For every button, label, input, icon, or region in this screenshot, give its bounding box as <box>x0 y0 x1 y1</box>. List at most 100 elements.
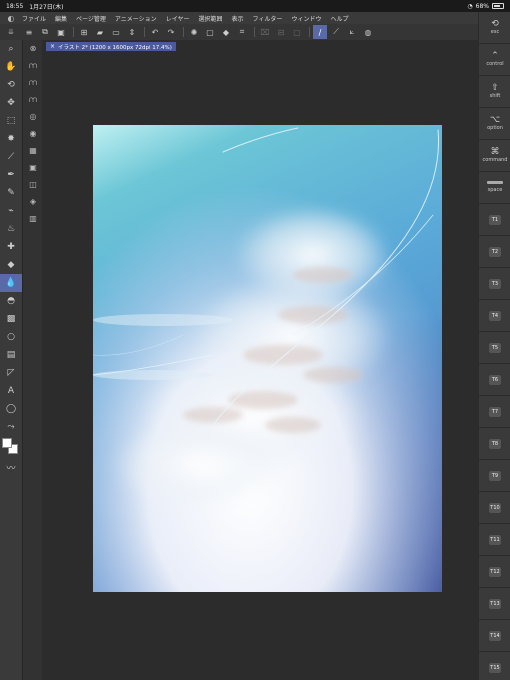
command-key[interactable]: ⌘ command <box>479 140 510 172</box>
divider <box>309 27 310 37</box>
divider <box>183 27 184 37</box>
hand-icon[interactable]: ✋ <box>0 58 22 76</box>
menu-help[interactable]: ヘルプ <box>330 14 348 23</box>
shortcut-key-t13[interactable]: T13 <box>479 588 510 620</box>
transparent-color-icon[interactable]: 〰 <box>0 458 22 476</box>
export-icon[interactable]: ▭ <box>109 25 123 39</box>
divider <box>144 27 145 37</box>
layer-property-icon[interactable]: ◫ <box>23 176 43 193</box>
gradient-icon[interactable]: ▩ <box>0 310 22 328</box>
save-icon[interactable]: ▰ <box>93 25 107 39</box>
shortcut-key-t2[interactable]: T2 <box>479 236 510 268</box>
status-bar: 18:55 1月27日(木) ◔ 68% <box>0 0 510 12</box>
rotate-icon[interactable]: ⟲ <box>0 76 22 94</box>
blend-icon[interactable]: 💧 <box>0 274 22 292</box>
shortcut-key-t3[interactable]: T3 <box>479 268 510 300</box>
menu-page[interactable]: ページ管理 <box>76 14 106 23</box>
brush-size-icon[interactable]: ◉ <box>23 125 43 142</box>
shortcut-key-t5[interactable]: T5 <box>479 332 510 364</box>
new-icon[interactable]: ⧉ <box>38 25 52 39</box>
menu-edit[interactable]: 編集 <box>55 14 67 23</box>
shortcut-key-t4[interactable]: T4 <box>479 300 510 332</box>
menu-view[interactable]: 表示 <box>232 14 244 23</box>
pen-icon[interactable]: ✒ <box>0 166 22 184</box>
navigator-icon[interactable]: ▥ <box>23 210 43 227</box>
t12-label: T12 <box>489 566 501 577</box>
menu-filter[interactable]: フィルター <box>253 14 283 23</box>
deselect-icon[interactable]: ⊟ <box>274 25 288 39</box>
selection-icon[interactable]: ⬚ <box>0 112 22 130</box>
space-icon <box>487 181 503 184</box>
pin-icon[interactable]: ⇊ <box>0 24 22 40</box>
pen-sync-icon[interactable]: ∕ <box>313 25 327 39</box>
transform-icon[interactable]: ⌗ <box>235 25 249 39</box>
auto-select-icon[interactable]: ✸ <box>0 130 22 148</box>
zoom-icon[interactable]: ⌕ <box>0 40 22 58</box>
stepper-icon[interactable]: ⇕ <box>125 25 139 39</box>
shortcut-key-t8[interactable]: T8 <box>479 428 510 460</box>
blend-subtool-1-icon[interactable]: ⩋ <box>23 57 43 74</box>
pencil-icon[interactable]: ✎ <box>0 184 22 202</box>
decoration-icon[interactable]: ✚ <box>0 238 22 256</box>
fill-tool-icon[interactable]: ◓ <box>0 292 22 310</box>
eraser-icon[interactable]: ◆ <box>0 256 22 274</box>
menu-file[interactable]: ファイル <box>22 14 46 23</box>
ruler-tool-icon[interactable]: ◸ <box>0 364 22 382</box>
blend-subtool-2-icon[interactable]: ⩋ <box>23 74 43 91</box>
esc-key[interactable]: ⟲ esc <box>479 12 510 44</box>
shortcut-key-t6[interactable]: T6 <box>479 364 510 396</box>
eyedropper-icon[interactable]: ⟋ <box>0 148 22 166</box>
shortcut-key-t11[interactable]: T11 <box>479 524 510 556</box>
fill-icon[interactable]: ◆ <box>219 25 233 39</box>
layer-icon[interactable]: ◈ <box>23 193 43 210</box>
app-logo-icon[interactable]: ◐ <box>0 14 22 23</box>
sub-tool-menu-icon[interactable]: ⊗ <box>23 40 43 57</box>
menu-icon[interactable]: ≡ <box>22 25 36 39</box>
redo-icon[interactable]: ↷ <box>164 25 178 39</box>
control-key[interactable]: ⌃ control <box>479 44 510 76</box>
color-set-icon[interactable]: ▣ <box>23 159 43 176</box>
gallery-icon[interactable]: ▣ <box>54 25 68 39</box>
snap-icon[interactable]: ⟀ <box>345 25 359 39</box>
document-tab[interactable]: × イラスト 2* (1200 x 1600px 72dpi 17.4%) <box>46 42 176 51</box>
menu-window[interactable]: ウィンドウ <box>291 14 321 23</box>
shape-icon[interactable]: ○ <box>0 328 22 346</box>
artwork[interactable] <box>93 125 442 592</box>
color-circle-icon[interactable]: ▦ <box>23 142 43 159</box>
blend-subtool-3-icon[interactable]: ⩋ <box>23 91 43 108</box>
ruler-icon[interactable]: ⟋ <box>329 25 343 39</box>
shortcut-key-t15[interactable]: T15 <box>479 652 510 680</box>
close-icon[interactable]: × <box>50 43 55 50</box>
invert-select-icon[interactable]: ▢ <box>290 25 304 39</box>
undo-icon[interactable]: ↶ <box>148 25 162 39</box>
app-window: 18:55 1月27日(木) ◔ 68% ◐ ファイル 編集 ページ管理 アニメ… <box>0 0 510 680</box>
shortcut-key-t7[interactable]: T7 <box>479 396 510 428</box>
airbrush-icon[interactable]: ♨ <box>0 220 22 238</box>
shift-key[interactable]: ⇧ shift <box>479 76 510 108</box>
main-color-swatch[interactable] <box>2 438 12 448</box>
text-icon[interactable]: A <box>0 382 22 400</box>
shortcut-key-t12[interactable]: T12 <box>479 556 510 588</box>
space-key[interactable]: space <box>479 172 510 204</box>
open-icon[interactable]: ⊞ <box>77 25 91 39</box>
crop-icon[interactable]: ⌧ <box>258 25 272 39</box>
tool-property-icon[interactable]: ◎ <box>23 108 43 125</box>
brush-icon[interactable]: ⌁ <box>0 202 22 220</box>
shortcut-key-t14[interactable]: T14 <box>479 620 510 652</box>
option-key[interactable]: ⌥ option <box>479 108 510 140</box>
menu-animation[interactable]: アニメーション <box>115 14 157 23</box>
shortcut-key-t9[interactable]: T9 <box>479 460 510 492</box>
frame-icon[interactable]: ▤ <box>0 346 22 364</box>
color-chip[interactable] <box>0 436 22 458</box>
menu-layer[interactable]: レイヤー <box>166 14 190 23</box>
symmetry-icon[interactable]: ◍ <box>361 25 375 39</box>
move-icon[interactable]: ✥ <box>0 94 22 112</box>
menu-selection[interactable]: 選択範囲 <box>199 14 223 23</box>
shortcut-key-t1[interactable]: T1 <box>479 204 510 236</box>
correct-line-icon[interactable]: ⤳ <box>0 418 22 436</box>
clear-icon[interactable]: ✺ <box>187 25 201 39</box>
canvas-area[interactable]: × イラスト 2* (1200 x 1600px 72dpi 17.4%) <box>42 40 478 680</box>
balloon-icon[interactable]: ◯ <box>0 400 22 418</box>
shortcut-key-t10[interactable]: T10 <box>479 492 510 524</box>
clear-outside-icon[interactable]: ▢ <box>203 25 217 39</box>
